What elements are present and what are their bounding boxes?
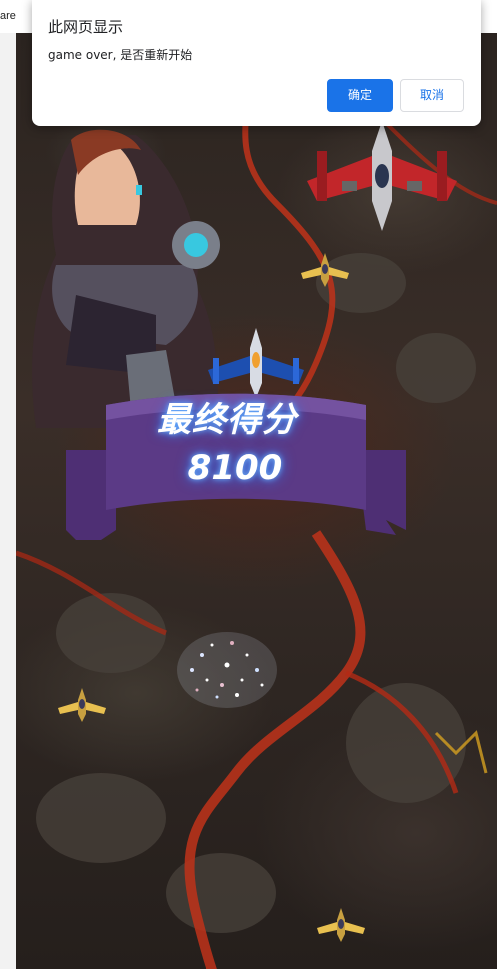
page-gutter — [0, 33, 16, 969]
heroine-portrait — [32, 129, 220, 428]
ok-button[interactable]: 确定 — [327, 79, 393, 112]
boss-aircraft — [307, 121, 457, 231]
enemy-fighter — [301, 253, 349, 287]
cancel-button[interactable]: 取消 — [400, 79, 464, 112]
enemy-fighter — [317, 908, 365, 942]
explosion-effect — [177, 632, 277, 708]
browser-tab-label[interactable]: are — [0, 10, 16, 22]
alert-dialog: 此网页显示 game over, 是否重新开始 确定 取消 — [32, 0, 481, 126]
final-score-value: 8100 — [187, 448, 283, 488]
dialog-message: game over, 是否重新开始 — [48, 48, 193, 62]
enemy-fighter — [58, 688, 106, 722]
dialog-title: 此网页显示 — [48, 18, 124, 36]
player-aircraft[interactable] — [203, 328, 309, 398]
final-score-label: 最终得分 — [157, 400, 297, 440]
